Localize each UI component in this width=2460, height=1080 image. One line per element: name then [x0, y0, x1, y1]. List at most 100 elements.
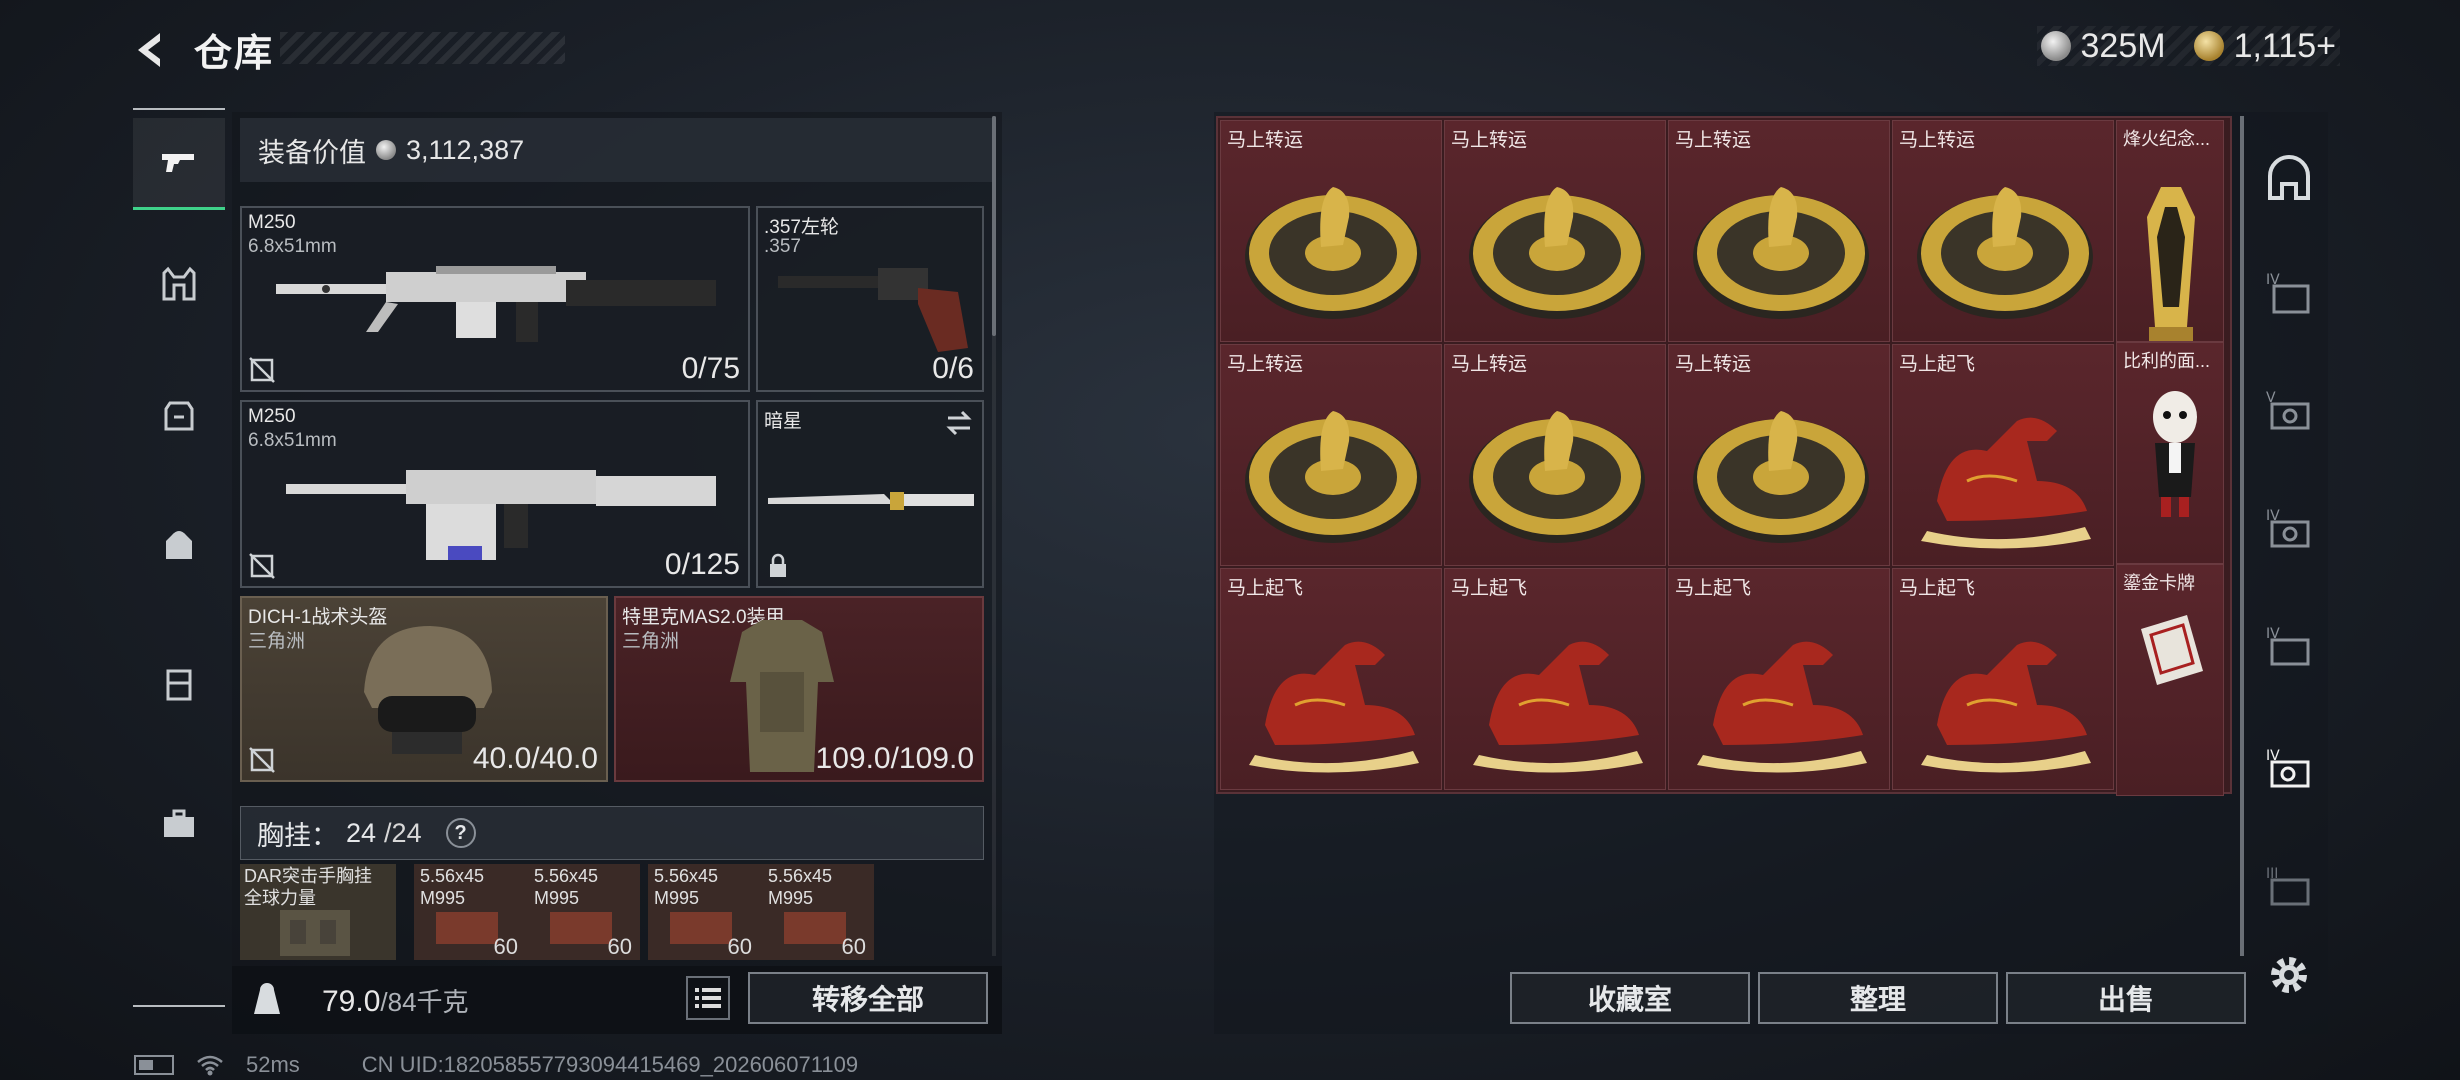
- gold-currency[interactable]: 1,115+: [2193, 26, 2336, 66]
- ammo-slot[interactable]: 5.56x45 M995 60: [416, 864, 524, 960]
- storage-item-collectible[interactable]: 烽火纪念...: [2116, 120, 2224, 342]
- ammo-box-icon: [550, 912, 612, 944]
- storage-item-lucky-coin[interactable]: 马上转运: [1444, 120, 1666, 342]
- swap-icon[interactable]: [944, 408, 974, 438]
- armor-slot[interactable]: 特里克MAS2.0装甲 三角洲 109.0/109.0: [614, 596, 984, 782]
- gear-icon: [2271, 957, 2307, 993]
- gold-amount: 1,115+: [2233, 26, 2336, 65]
- item-label: 鎏金卡牌: [2123, 573, 2195, 593]
- storage-item-flying-horse[interactable]: 马上起飞: [1444, 568, 1666, 790]
- back-arrow-icon[interactable]: [130, 29, 172, 71]
- ammo-caliber: 5.56x45: [654, 866, 719, 886]
- transfer-all-button[interactable]: 转移全部: [748, 972, 988, 1024]
- equipment-scrollbar[interactable]: [992, 116, 996, 336]
- category-tier-3-key[interactable]: III: [2262, 860, 2316, 914]
- storage-item-lucky-coin[interactable]: 马上转运: [1668, 344, 1890, 566]
- secondary-weapon-slot[interactable]: M250 6.8x51mm 0/125: [240, 400, 750, 588]
- sort-button[interactable]: 整理: [1758, 972, 1998, 1024]
- storage-item-collectible[interactable]: 鎏金卡牌: [2116, 564, 2224, 796]
- lucky-coin-icon: [1693, 411, 1869, 543]
- ammo-box-icon: [670, 912, 732, 944]
- storage-item-lucky-coin[interactable]: 马上转运: [1220, 120, 1442, 342]
- page-title: 仓库: [194, 33, 275, 75]
- storage-scrollbar[interactable]: [2240, 116, 2244, 956]
- unlinked-icon: [249, 357, 275, 383]
- storage-item-collectible[interactable]: 比利的面...: [2116, 342, 2224, 564]
- silver-coin-icon: [376, 140, 396, 160]
- primary-weapon-slot[interactable]: M250 6.8x51mm 0/75: [240, 206, 750, 392]
- flying-horse-icon: [1921, 417, 2091, 549]
- vest-icon: [162, 266, 196, 301]
- sell-button[interactable]: 出售: [2006, 972, 2246, 1024]
- ammo-slot[interactable]: 5.56x45 M995 60: [764, 864, 872, 960]
- ping-readout: 52ms: [246, 1052, 300, 1077]
- category-tier-4-box[interactable]: IV: [2262, 620, 2316, 674]
- user-uid: CN UID:182058557793094415469_20260607110…: [361, 1052, 859, 1077]
- settings-button[interactable]: [2262, 948, 2316, 1002]
- category-arch[interactable]: [2262, 152, 2316, 206]
- ammo-count: 0/125: [664, 548, 740, 581]
- storage-item-lucky-coin[interactable]: 马上转运: [1220, 344, 1442, 566]
- lucky-coin-icon: [1693, 187, 1869, 319]
- nav-backpack[interactable]: [133, 368, 225, 460]
- nav-vest[interactable]: [133, 238, 225, 330]
- category-tier-4-gear[interactable]: IV: [2262, 502, 2316, 556]
- category-tier-5-gear[interactable]: V: [2262, 384, 2316, 438]
- lucky-coin-icon: [1245, 187, 1421, 319]
- toolbox-icon: [164, 809, 194, 837]
- key-iv-icon: IV: [2266, 748, 2310, 788]
- storage-item-flying-horse[interactable]: 马上起飞: [1892, 344, 2114, 566]
- gold-coin-icon: [2193, 31, 2224, 61]
- collection-room-button[interactable]: 收藏室: [1510, 972, 1750, 1024]
- currency-bar: 325M 1,115+: [2036, 26, 2340, 66]
- pistol-slot[interactable]: .357左轮 .357 0/6: [756, 206, 984, 392]
- ammo-slot[interactable]: 5.56x45 M995 60: [530, 864, 638, 960]
- item-label: 比利的面...: [2123, 351, 2211, 371]
- item-label: 马上转运: [1451, 130, 1528, 151]
- storage-item-lucky-coin[interactable]: 马上转运: [1668, 120, 1890, 342]
- melee-slot[interactable]: 暗星: [756, 400, 984, 588]
- storage-grid: 马上转运 马上转运 马上转运 马上转运 马上转运 马上转运 马上转运 马上起飞 …: [1216, 116, 2232, 796]
- ammo-count: 0/6: [932, 352, 974, 385]
- trophy-icon: [2147, 187, 2195, 341]
- slot-name: 暗星: [764, 411, 803, 432]
- silver-currency[interactable]: 325M: [2040, 27, 2166, 66]
- box-iv-icon: IV: [2266, 626, 2310, 666]
- slot-origin: 三角洲: [248, 631, 306, 652]
- ammo-box-icon: [436, 912, 498, 944]
- flying-horse-icon: [1473, 641, 1643, 773]
- helmet-slot[interactable]: DICH-1战术头盔 三角洲 40.0/40.0: [240, 596, 608, 782]
- ammo-caliber: 5.56x45: [768, 866, 833, 886]
- storage-item-flying-horse[interactable]: 马上起飞: [1220, 568, 1442, 790]
- gear-v-icon: V: [2266, 390, 2310, 430]
- category-tier-4-key-active[interactable]: IV: [2262, 742, 2316, 796]
- puppet-figure-icon: [2153, 391, 2197, 517]
- category-tier-4-crate[interactable]: IV: [2262, 266, 2316, 320]
- ammo-caliber: 5.56x45: [420, 866, 485, 886]
- storage-item-lucky-coin[interactable]: 马上转运: [1892, 120, 2114, 342]
- storage-item-flying-horse[interactable]: 马上起飞: [1892, 568, 2114, 790]
- battery-icon: [134, 1055, 174, 1075]
- flying-horse-icon: [1921, 641, 2091, 773]
- nav-case[interactable]: [133, 638, 225, 730]
- item-label: 马上转运: [1899, 130, 1976, 151]
- lucky-coin-icon: [1469, 187, 1645, 319]
- unlinked-icon: [249, 553, 275, 579]
- ammo-type: M995: [768, 888, 814, 908]
- storage-item-flying-horse[interactable]: 马上起飞: [1668, 568, 1890, 790]
- wifi-icon: [197, 1055, 223, 1076]
- item-label: 马上起飞: [1675, 578, 1752, 599]
- ammo-count: 0/75: [681, 352, 740, 385]
- list-view-button[interactable]: [686, 976, 730, 1020]
- knife-icon: [768, 492, 974, 510]
- nav-toolbox[interactable]: [133, 778, 225, 870]
- ammo-slot[interactable]: 5.56x45 M995 60: [650, 864, 758, 960]
- weight-readout: 79.0/84千克: [322, 982, 469, 1019]
- pistol-icon: [162, 153, 194, 172]
- chest-rig-capacity: /24: [384, 817, 422, 848]
- storage-item-lucky-coin[interactable]: 马上转运: [1444, 344, 1666, 566]
- nav-bag[interactable]: [133, 498, 225, 590]
- nav-weapons[interactable]: [133, 118, 225, 210]
- help-icon[interactable]: ?: [445, 818, 476, 848]
- chest-rig-slot[interactable]: DAR突击手胸挂 全球力量: [240, 864, 396, 960]
